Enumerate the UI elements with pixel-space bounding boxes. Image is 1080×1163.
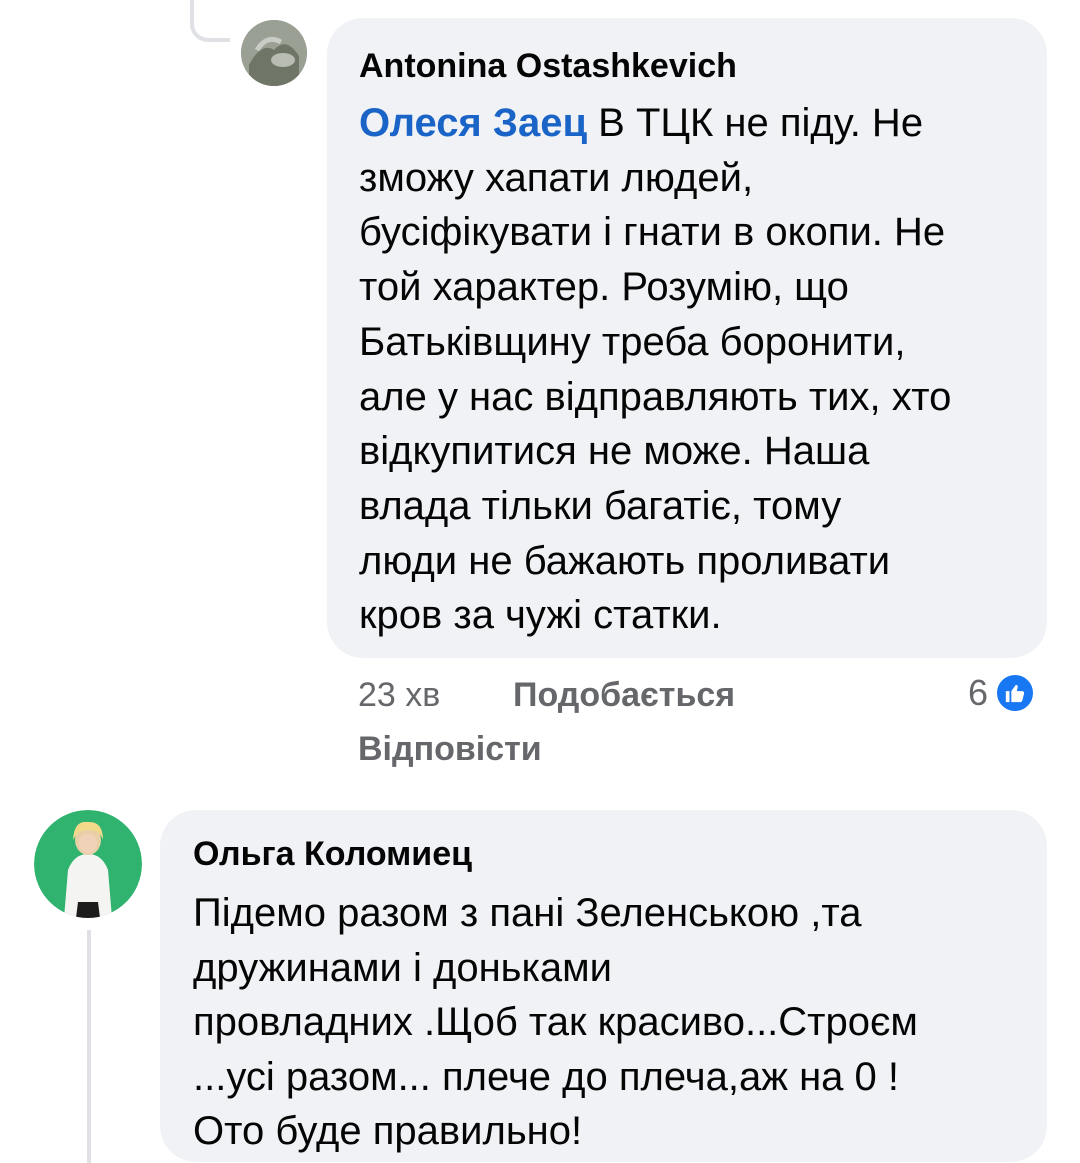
reaction-count: 6 <box>968 672 989 713</box>
comment-line: В ТЦК не піду. Не <box>587 101 924 145</box>
comment-line: дружинами і доньками <box>193 945 612 990</box>
avatar-photo-icon <box>34 810 142 918</box>
comment-line: кров за чужі статки. <box>359 593 722 638</box>
comment-text: Підемо разом з пані Зеленською ,та дружи… <box>193 886 1014 1159</box>
reaction-summary[interactable]: 6 <box>968 672 1037 714</box>
comment-line: але у нас відправляють тих, хто <box>359 374 952 419</box>
comment-line: відкупитися не може. Наша <box>359 429 870 474</box>
comment-author[interactable]: Ольга Коломиец <box>193 832 1014 876</box>
like-icon <box>994 672 1037 714</box>
avatar-photo-icon <box>241 20 307 86</box>
avatar-antonina[interactable] <box>241 20 307 86</box>
thread-connector-top <box>190 0 230 42</box>
comment-bubble-1: Antonina Ostashkevich Олеся Заец В ТЦК н… <box>327 18 1047 658</box>
comment-line: Батьківщину треба боронити, <box>359 319 906 364</box>
comment-line: той характер. Розумію, що <box>359 265 849 310</box>
like-button[interactable]: Подобається <box>513 676 735 715</box>
comment-line: ...усі разом... плече до плеча,аж на 0 ! <box>193 1054 899 1099</box>
comment-author[interactable]: Antonina Ostashkevich <box>359 44 1015 88</box>
comment-line: люди не бажають проливати <box>359 538 891 583</box>
comment-line: зможу хапати людей, <box>359 155 754 200</box>
comment-line: Підемо разом з пані Зеленською ,та <box>193 891 862 935</box>
comment-line: бусіфікувати і гнати в окопи. Не <box>359 210 946 255</box>
thread-connector-bottom <box>87 930 91 1163</box>
comment-text: Олеся Заец В ТЦК не піду. Не зможу хапат… <box>359 96 1015 643</box>
comment-line: провладних .Щоб так красиво...Строєм <box>193 1000 918 1045</box>
comment-bubble-2: Ольга Коломиец Підемо разом з пані Зелен… <box>160 810 1047 1162</box>
avatar-olga[interactable] <box>34 810 142 918</box>
mention-link[interactable]: Олеся Заец <box>359 101 587 145</box>
comment-line: Ото буде правильно! <box>193 1109 583 1154</box>
reply-button[interactable]: Відповісти <box>358 730 542 769</box>
comment-line: влада тільки багатіє, тому <box>359 483 842 528</box>
comment-timestamp[interactable]: 23 хв <box>358 676 440 715</box>
